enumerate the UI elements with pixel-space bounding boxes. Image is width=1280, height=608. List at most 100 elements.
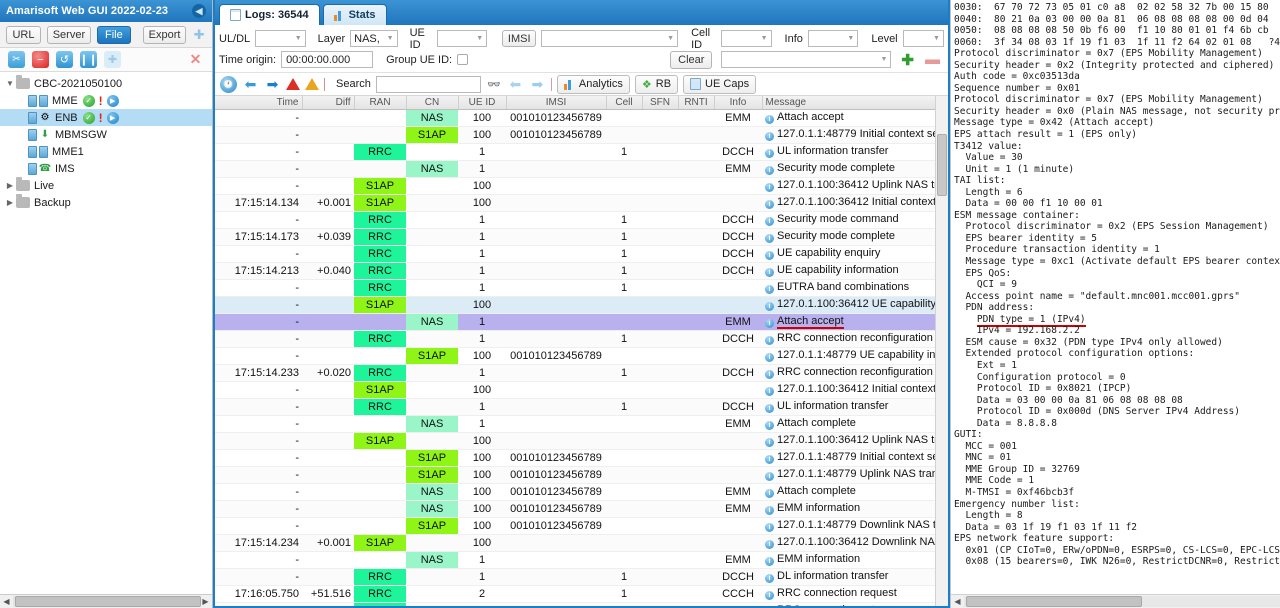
table-row[interactable]: - ➡S1AP100001010123456789 i127.0.1.1:48779… (215, 466, 948, 484)
sidebar-item-mme[interactable]: MME ✓ ! ▶ (0, 92, 212, 109)
table-row[interactable]: 17:15:14.134+0.001S1AP➡ 100 i127.0.1.100:3… (215, 194, 948, 212)
arrow-right-icon[interactable]: ➡ (264, 76, 281, 93)
table-row[interactable]: - ➡RRC 1 1 DCCHiUL information transfer (215, 143, 948, 161)
arrow-left-icon[interactable]: ⬅ (242, 76, 259, 93)
table-row[interactable]: - ➡S1AP100001010123456789 i127.0.1.1:48779… (215, 449, 948, 467)
ul-dl-select[interactable]: ▼ (255, 30, 306, 47)
add-icon[interactable]: ✚ (192, 27, 206, 43)
table-row[interactable]: - ➡NAS100001010123456789 EMMiAttach comple… (215, 483, 948, 501)
wrench-icon[interactable]: ✂ (8, 51, 25, 68)
sidebar-horizontal-scrollbar[interactable]: ◀ ▶ (0, 594, 212, 608)
table-row[interactable]: - ➡S1AP100001010123456789 i127.0.1.1:48779… (215, 517, 948, 535)
tab-logs[interactable]: Logs: 36544 (219, 4, 320, 25)
table-row[interactable]: - ➡NAS➡1 EMMiEMM information (215, 551, 948, 569)
table-row[interactable]: 17:15:14.173+0.039➡RRC 1 1 DCCHiSecurity mo… (215, 228, 948, 246)
tree-node-folder[interactable]: CBC-2021050100 (0, 75, 212, 92)
binoculars-icon[interactable]: 👓 (486, 77, 502, 91)
column-header-ran[interactable]: RAN (354, 96, 407, 110)
add-icon[interactable]: ✚ (104, 51, 121, 68)
table-row[interactable]: - ➡NAS➡1 EMMiAttach accept (215, 313, 948, 331)
warning-triangle-icon[interactable] (305, 78, 319, 90)
table-row[interactable]: 17:15:14.233+0.020➡RRC 1 1 DCCHiRRC connect… (215, 364, 948, 382)
chevron-down-icon[interactable] (4, 79, 16, 88)
scroll-thumb[interactable] (966, 596, 1142, 607)
table-row[interactable]: - S1AP➡ 100 i127.0.1.100:36412 Initial cont… (215, 381, 948, 399)
ue-caps-button[interactable]: UE Caps (683, 74, 757, 94)
table-row[interactable]: - S1AP➡ 100 i127.0.1.100:36412 Uplink NAS t… (215, 177, 948, 195)
ue-id-select[interactable]: ▼ (436, 30, 488, 47)
logs-vertical-scrollbar[interactable] (935, 96, 948, 606)
scroll-left-icon[interactable]: ◀ (951, 597, 964, 606)
clear-button[interactable]: Clear (670, 50, 713, 69)
group-ue-id-checkbox[interactable] (457, 54, 469, 65)
table-row[interactable]: - ➡NAS100001010123456789 EMMiEMM informati… (215, 500, 948, 518)
table-row[interactable]: - ➡RRC 1 1 DCCHiUL information transfer (215, 398, 948, 416)
plus-icon[interactable]: ✚ (901, 51, 914, 69)
table-row[interactable]: - ➡RRC 1 1 DCCHiSecurity mode command (215, 211, 948, 229)
column-header-diff[interactable]: Diff (302, 96, 355, 110)
scroll-thumb[interactable] (15, 596, 201, 607)
message-decode-text[interactable]: 0030: 67 70 72 73 05 01 c0 a8 02 02 58 3… (951, 0, 1280, 594)
cell-id-select[interactable]: ▼ (721, 30, 772, 47)
table-row[interactable]: - ➡NAS➡1 EMMiAttach complete (215, 415, 948, 433)
sidebar-item-live[interactable]: Live (0, 177, 212, 194)
layer-select[interactable]: NAS, ▼ (350, 30, 398, 47)
logs-table-container[interactable]: Time Diff RAN CN UE ID IMSI Cell SFN RNTI Info Mes… (215, 96, 948, 606)
table-row[interactable]: - ➡RRC 1 1 DCCHiUE capability enquiry (215, 245, 948, 263)
pause-icon[interactable]: ❙❙ (79, 51, 98, 68)
table-row[interactable]: - ➡NAS➡1 EMMiSecurity mode complete (215, 160, 948, 178)
column-header-info[interactable]: Info (714, 96, 763, 110)
table-row[interactable]: 17:15:14.213+0.040➡RRC 1 1 DCCHiUE capabili… (215, 262, 948, 280)
info-select[interactable]: ▼ (807, 30, 859, 47)
column-header-rnti[interactable]: RNTI (678, 96, 715, 110)
url-button[interactable]: URL (6, 25, 41, 44)
table-row[interactable]: 17:15:14.234+0.001S1AP➡ 100 i127.0.1.100:3… (215, 534, 948, 552)
scroll-track[interactable] (964, 596, 1280, 607)
detail-horizontal-scrollbar[interactable]: ◀ ▶ (951, 594, 1280, 608)
minus-icon[interactable]: ▬ (925, 51, 940, 68)
table-row[interactable]: ➡RRC 2 1 CCCHiRRC connection setup (215, 602, 948, 606)
export-button[interactable]: Export (142, 25, 187, 44)
imsi-select[interactable]: ▼ (541, 30, 679, 47)
tab-stats[interactable]: Stats (322, 4, 387, 25)
sidebar-item-enb[interactable]: ⚙ ENB ✓ ! ▶ (0, 109, 212, 126)
sidebar-item-ims[interactable]: ☎ IMS (0, 160, 212, 177)
chevron-left-icon[interactable]: ◀ (192, 4, 206, 18)
server-button[interactable]: Server (46, 25, 91, 44)
arrow-left-pale-icon[interactable]: ⬅ (507, 76, 524, 93)
table-row[interactable]: 17:16:05.750+51.516➡RRC21CCCHiRRC connec… (215, 585, 948, 603)
analytics-button[interactable]: Analytics (556, 74, 630, 94)
stop-icon[interactable]: − (32, 51, 49, 68)
error-triangle-icon[interactable] (286, 78, 300, 90)
level-select[interactable]: ▼ (902, 30, 944, 47)
preset-select[interactable]: ▼ (721, 51, 892, 68)
imsi-button[interactable]: IMSI (502, 30, 537, 47)
table-row[interactable]: - S1AP➡ 100 i127.0.1.100:36412 UE capabilit… (215, 296, 948, 314)
scroll-track[interactable] (13, 596, 201, 607)
chevron-right-icon[interactable] (4, 198, 16, 207)
rb-button[interactable]: ❖ RB (634, 74, 679, 94)
table-row[interactable]: - ➡RRC 1 1 DCCHiDL information transfer (215, 568, 948, 586)
column-header-time[interactable]: Time (215, 96, 303, 110)
sidebar-item-backup[interactable]: Backup (0, 194, 212, 211)
column-header-ue-id[interactable]: UE ID (458, 96, 507, 110)
column-header-cn[interactable]: CN (406, 96, 459, 110)
close-icon[interactable]: ✕ (187, 51, 204, 68)
table-row[interactable]: - ➡RRC 1 1 DCCHiRRC connection reconfigurati… (215, 330, 948, 348)
table-row[interactable]: - S1AP➡ 100 i127.0.1.100:36412 Uplink NAS t… (215, 432, 948, 450)
time-origin-input[interactable]: 00:00:00.000 (281, 51, 374, 68)
column-header-cell[interactable]: Cell (606, 96, 643, 110)
table-row[interactable]: - ➡S1AP100001010123456789 i127.0.1.1:48779… (215, 347, 948, 365)
reload-icon[interactable]: ↺ (56, 51, 73, 68)
sidebar-item-mme1[interactable]: MME1 (0, 143, 212, 160)
file-button[interactable]: File (96, 25, 131, 44)
sidebar-item-mbmsgw[interactable]: ⬇ MBMSGW (0, 126, 212, 143)
chevron-right-icon[interactable] (4, 181, 16, 190)
table-body[interactable]: -➡NAS100001010123456789EMMiAttach accept… (215, 109, 948, 606)
config-tree[interactable]: CBC-2021050100 MME ✓ ! ▶ ⚙ ENB ✓ ! ▶ ⬇ (0, 72, 212, 594)
table-row[interactable]: - ➡NAS100001010123456789 EMMiAttach accept (215, 109, 948, 127)
table-row[interactable]: - ➡S1AP100001010123456789 i127.0.1.1:48779… (215, 126, 948, 144)
search-input[interactable] (375, 75, 481, 93)
column-header-sfn[interactable]: SFN (642, 96, 679, 110)
play-icon[interactable]: ▶ (106, 111, 119, 124)
